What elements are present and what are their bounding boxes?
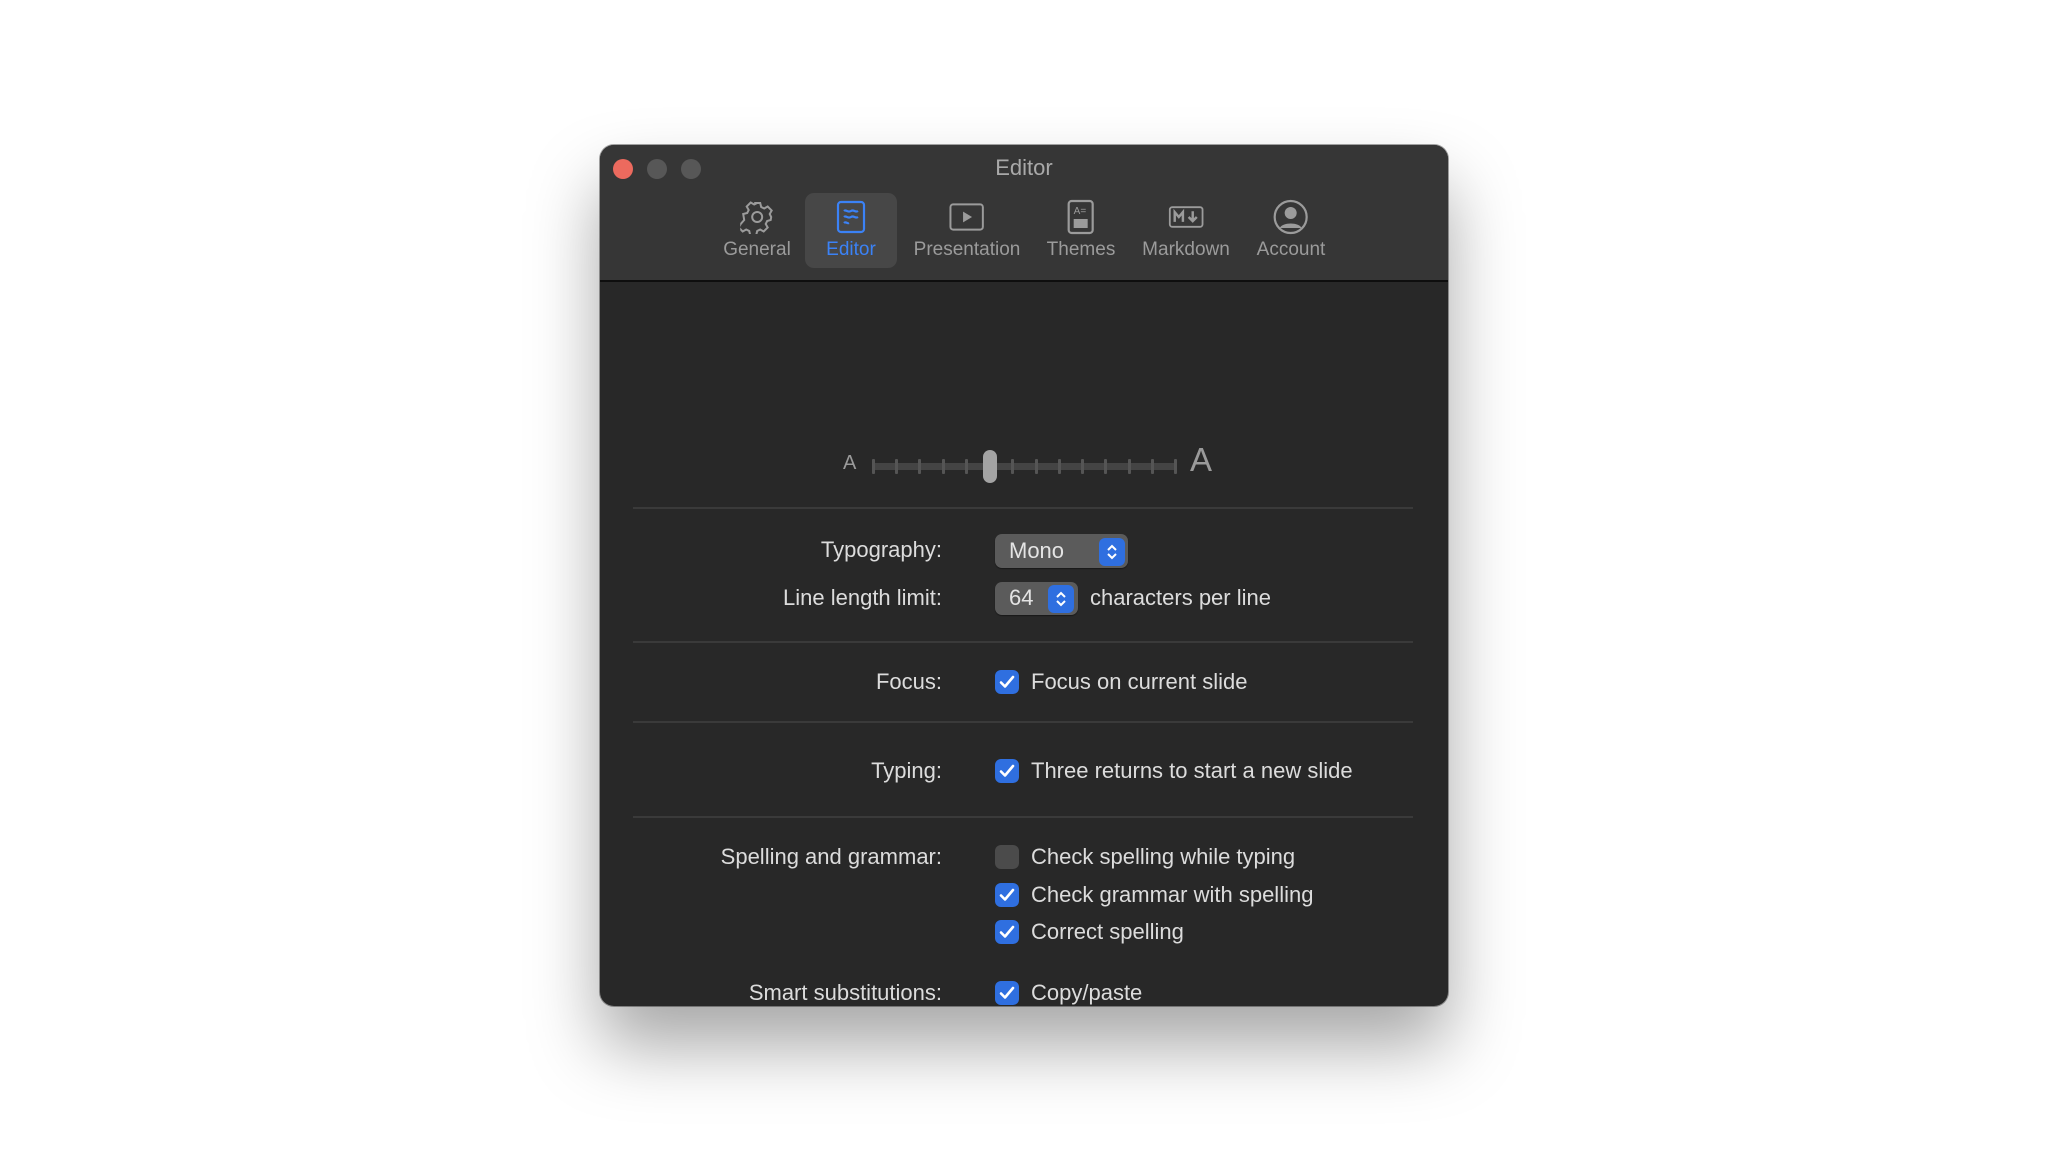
checkbox[interactable] bbox=[995, 759, 1019, 783]
typography-popup[interactable]: Mono bbox=[995, 534, 1128, 568]
checkbox[interactable] bbox=[995, 920, 1019, 944]
checkbox-label[interactable]: Focus on current slide bbox=[1031, 667, 1247, 697]
line-length-stepper[interactable]: 64 bbox=[995, 582, 1078, 615]
slider-tick bbox=[1057, 459, 1061, 474]
font-size-slider[interactable] bbox=[872, 450, 1177, 483]
tab-label: Themes bbox=[1046, 239, 1116, 260]
divider bbox=[633, 816, 1413, 818]
slider-tick bbox=[1104, 459, 1108, 474]
chevron-up-down-icon bbox=[1099, 538, 1125, 566]
slider-tick bbox=[1081, 459, 1085, 474]
checkmark-icon bbox=[999, 888, 1015, 902]
tab-label: Account bbox=[1256, 239, 1326, 260]
checkbox-label[interactable]: Three returns to start a new slide bbox=[1031, 756, 1353, 786]
toolbar: Editor General Editor Presentation A= Th… bbox=[600, 145, 1448, 282]
tab-label: Presentation bbox=[913, 239, 1021, 260]
tab-account[interactable]: Account bbox=[1247, 193, 1336, 268]
editor-document-icon bbox=[833, 199, 869, 235]
preferences-window: Editor General Editor Presentation A= Th… bbox=[600, 145, 1448, 1006]
theme-template-icon: A= bbox=[1063, 199, 1099, 235]
checkmark-icon bbox=[999, 764, 1015, 778]
slider-tick bbox=[872, 459, 875, 474]
slider-tick bbox=[1174, 459, 1177, 474]
divider bbox=[633, 641, 1413, 643]
checkbox[interactable] bbox=[995, 670, 1019, 694]
spelling-label: Spelling and grammar: bbox=[720, 844, 942, 869]
window-title: Editor bbox=[995, 155, 1053, 180]
line-length-label: Line length limit: bbox=[783, 585, 942, 610]
slider-tick bbox=[1034, 459, 1038, 474]
checkbox-label[interactable]: Copy/paste bbox=[1031, 978, 1142, 1006]
slider-thumb[interactable] bbox=[982, 450, 997, 483]
divider bbox=[633, 507, 1413, 509]
tab-label: Markdown bbox=[1142, 239, 1230, 260]
font-size-large-label: A bbox=[1190, 441, 1213, 478]
slider-tick bbox=[941, 459, 945, 474]
checkbox-label[interactable]: Correct spelling bbox=[1031, 917, 1184, 947]
person-circle-icon bbox=[1273, 199, 1309, 235]
checkmark-icon bbox=[999, 925, 1015, 939]
tab-label: Editor bbox=[826, 239, 876, 260]
slider-tick bbox=[964, 459, 968, 474]
checkbox-label[interactable]: Check spelling while typing bbox=[1031, 842, 1295, 872]
typography-label: Typography: bbox=[820, 537, 942, 562]
line-length-value: 64 bbox=[1009, 585, 1034, 610]
gear-icon bbox=[739, 199, 775, 235]
focus-label: Focus: bbox=[875, 669, 942, 694]
checkbox[interactable] bbox=[995, 882, 1019, 907]
checkmark-icon bbox=[999, 675, 1015, 689]
tab-themes[interactable]: A= Themes bbox=[1037, 193, 1126, 268]
smart-substitutions-label: Smart substitutions: bbox=[748, 980, 942, 1005]
typography-value: Mono bbox=[1009, 538, 1065, 563]
line-length-suffix: characters per line bbox=[1090, 585, 1271, 610]
markdown-icon bbox=[1168, 199, 1204, 235]
slider-tick bbox=[895, 459, 899, 474]
tab-markdown[interactable]: Markdown bbox=[1132, 193, 1240, 268]
svg-text:A=: A= bbox=[1074, 206, 1087, 217]
tab-editor[interactable]: Editor bbox=[805, 193, 897, 268]
checkmark-icon bbox=[999, 986, 1015, 1000]
editor-preferences-pane: A A Typography: Mono Line length limit: … bbox=[600, 282, 1448, 1006]
slider-tick bbox=[1150, 459, 1154, 474]
font-size-small-label: A bbox=[843, 452, 857, 474]
checkbox[interactable] bbox=[995, 845, 1019, 869]
slider-tick bbox=[1011, 459, 1015, 474]
divider bbox=[633, 721, 1413, 723]
typing-label: Typing: bbox=[871, 758, 942, 783]
stepper-arrows-icon[interactable] bbox=[1048, 585, 1074, 613]
slider-tick bbox=[1127, 459, 1131, 474]
tab-general[interactable]: General bbox=[713, 193, 801, 268]
tab-label: General bbox=[723, 239, 791, 260]
slider-tick bbox=[918, 459, 922, 474]
checkbox[interactable] bbox=[995, 981, 1019, 1005]
tab-presentation[interactable]: Presentation bbox=[904, 193, 1031, 268]
checkbox-label[interactable]: Check grammar with spelling bbox=[1031, 880, 1313, 910]
play-icon bbox=[949, 199, 985, 235]
